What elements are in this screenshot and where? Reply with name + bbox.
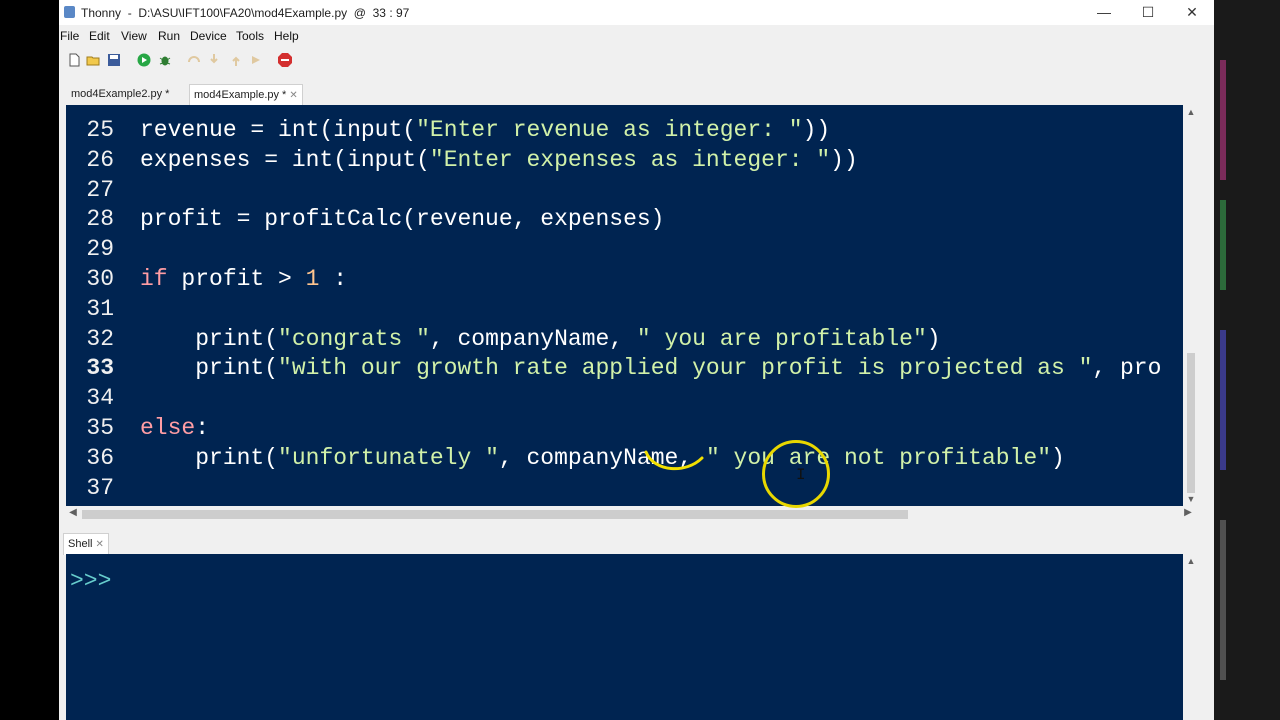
minimize-button[interactable]: — — [1082, 0, 1126, 25]
code-line[interactable]: 37 — [66, 473, 1183, 503]
step-over-icon[interactable] — [187, 53, 201, 67]
code-line[interactable]: 34 — [66, 383, 1183, 413]
debug-icon[interactable] — [158, 53, 172, 67]
tab-label: mod4Example2.py * — [71, 88, 170, 100]
line-number: 29 — [86, 236, 114, 263]
shell-prompt: >>> — [70, 568, 112, 594]
code-line[interactable]: 28 profit = profitCalc(revenue, expenses) — [66, 204, 1183, 234]
menu-view[interactable]: View — [121, 29, 147, 43]
line-number: 27 — [86, 176, 114, 203]
run-icon[interactable] — [137, 53, 151, 67]
line-number: 31 — [86, 295, 114, 322]
menu-run[interactable]: Run — [158, 29, 180, 43]
text-cursor-icon: I — [796, 466, 806, 484]
shell-panel[interactable]: >>> — [66, 554, 1183, 720]
scroll-thumb[interactable] — [1187, 353, 1195, 493]
step-into-icon[interactable] — [207, 53, 221, 67]
line-number: 28 — [86, 206, 114, 233]
thonny-app-icon — [64, 6, 75, 18]
scroll-down-icon[interactable]: ▼ — [1183, 494, 1199, 504]
scroll-thumb[interactable] — [82, 510, 908, 519]
menu-device[interactable]: Device — [190, 29, 227, 43]
line-code: expenses = int(input("Enter expenses as … — [140, 146, 858, 173]
shell-vertical-scrollbar[interactable]: ▲ — [1183, 554, 1199, 720]
line-number: 25 — [86, 117, 114, 143]
line-number: 26 — [86, 146, 114, 173]
tab-shell[interactable]: Shell ✕ — [63, 533, 109, 555]
tab-close-icon[interactable]: ✕ — [289, 90, 297, 101]
line-number: 35 — [86, 415, 114, 441]
menu-edit[interactable]: Edit — [89, 29, 110, 43]
line-code: profit = profitCalc(revenue, expenses) — [140, 206, 665, 233]
line-number: 34 — [86, 385, 114, 412]
line-number: 33 — [86, 355, 114, 382]
editor-tabs: mod4Example2.py * mod4Example.py * ✕ — [59, 84, 1214, 105]
code-line[interactable]: 31 — [66, 294, 1183, 324]
scroll-left-icon[interactable]: ◀ — [66, 507, 80, 518]
window-title: Thonny - D:\ASU\IFT100\FA20\mod4Example.… — [81, 6, 410, 20]
scroll-up-icon[interactable]: ▲ — [1183, 107, 1199, 117]
line-number: 37 — [86, 474, 114, 501]
thonny-window: Thonny - D:\ASU\IFT100\FA20\mod4Example.… — [59, 0, 1214, 720]
code-line[interactable]: 29 — [66, 234, 1183, 264]
pen-annotation — [644, 450, 704, 471]
tab-mod4example2[interactable]: mod4Example2.py * — [67, 84, 173, 105]
line-code: print("with our growth rate applied your… — [195, 355, 1162, 382]
stop-icon[interactable] — [278, 53, 292, 67]
editor-vertical-scrollbar[interactable]: ▲ ▼ — [1183, 105, 1199, 506]
line-code: print("congrats ", companyName, " you ar… — [195, 325, 941, 352]
line-code: if profit > 1 : — [140, 266, 348, 292]
code-line[interactable]: 27 — [66, 175, 1183, 205]
save-icon[interactable] — [107, 53, 121, 67]
code-line[interactable]: 26 expenses = int(input("Enter expenses a… — [66, 145, 1183, 175]
tab-mod4example[interactable]: mod4Example.py * ✕ — [189, 84, 303, 105]
line-code: else: — [140, 415, 210, 441]
code-editor[interactable]: 25 revenue = int(input("Enter revenue as … — [66, 105, 1183, 506]
open-file-icon[interactable] — [86, 53, 100, 67]
resume-icon[interactable] — [249, 53, 263, 67]
code-line[interactable]: 25 revenue = int(input("Enter revenue as … — [66, 115, 1183, 145]
code-line[interactable]: 32 print("congrats ", companyName, " you… — [66, 324, 1183, 354]
code-line[interactable]: 30 if profit > 1 : — [66, 264, 1183, 294]
scroll-right-icon[interactable]: ▶ — [1181, 507, 1195, 518]
new-file-icon[interactable] — [67, 53, 81, 67]
toolbar — [59, 48, 1214, 74]
menu-bar: File Edit View Run Device Tools Help — [59, 25, 1214, 46]
line-code: revenue = int(input("Enter revenue as in… — [140, 117, 831, 143]
menu-tools[interactable]: Tools — [236, 29, 264, 43]
line-code: print("unfortunately ", companyName, " y… — [195, 444, 1065, 471]
shell-tab-label: Shell — [68, 538, 93, 550]
menu-file[interactable]: File — [60, 29, 79, 43]
code-line[interactable]: 33 print("with our growth rate applied y… — [66, 353, 1183, 383]
close-button[interactable]: ✕ — [1170, 0, 1214, 25]
step-out-icon[interactable] — [229, 53, 243, 67]
scroll-up-icon[interactable]: ▲ — [1183, 556, 1199, 566]
tab-close-icon[interactable]: ✕ — [95, 539, 103, 550]
tab-label: mod4Example.py * — [194, 89, 287, 101]
line-number: 32 — [86, 325, 114, 352]
menu-help[interactable]: Help — [274, 29, 299, 43]
title-bar: Thonny - D:\ASU\IFT100\FA20\mod4Example.… — [59, 0, 1214, 25]
maximize-button[interactable]: ☐ — [1126, 0, 1170, 25]
code-line[interactable]: 36 print("unfortunately ", companyName, … — [66, 443, 1183, 473]
line-number: 36 — [86, 444, 114, 471]
editor-horizontal-scrollbar[interactable]: ◀ ▶ — [66, 506, 1199, 522]
line-number: 30 — [86, 266, 114, 292]
background-desktop-strip — [1214, 0, 1280, 720]
code-line[interactable]: 35 else: — [66, 413, 1183, 443]
